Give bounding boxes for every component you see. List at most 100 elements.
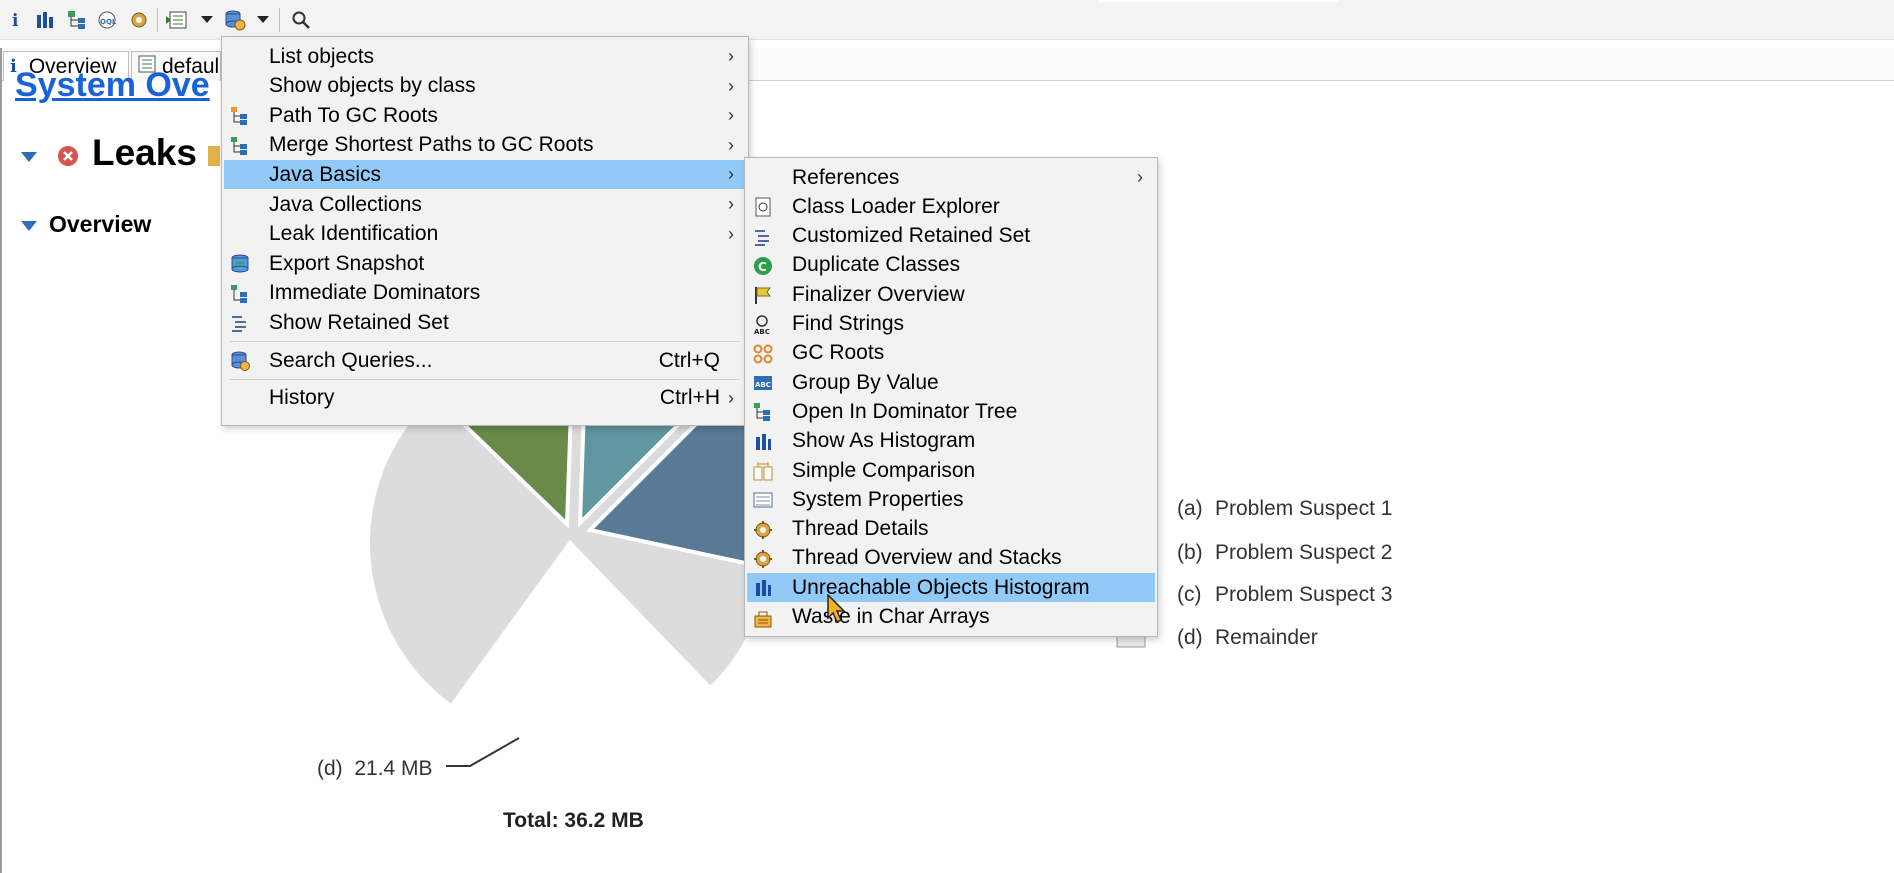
- menu-item-show-as-histogram[interactable]: Show As Histogram: [747, 427, 1155, 456]
- finalizer-icon: [753, 285, 773, 305]
- menu-separator: [230, 341, 740, 342]
- waste-icon: [753, 608, 773, 628]
- menu-item-references[interactable]: References ›: [747, 163, 1155, 192]
- merge-paths-icon: [230, 136, 250, 156]
- menu-separator: [230, 378, 740, 380]
- menu-item-label: Customized Retained Set: [792, 224, 1031, 248]
- menu-item-customized-retained-set[interactable]: Customized Retained Set: [747, 222, 1155, 251]
- export-snapshot-icon: [230, 254, 250, 274]
- menu-item-label: Merge Shortest Paths to GC Roots: [269, 133, 594, 157]
- menu-item-label: Thread Overview and Stacks: [792, 546, 1062, 570]
- menu-item-label: System Properties: [792, 487, 964, 511]
- menu-item-java-basics[interactable]: Java Basics ›: [224, 160, 746, 190]
- submenu-arrow-icon: ›: [728, 75, 734, 96]
- histogram-icon: [753, 432, 773, 452]
- menu-item-shortcut: Ctrl+Q: [658, 348, 720, 372]
- menu-item-open-in-dominator-tree[interactable]: Open In Dominator Tree: [747, 397, 1155, 426]
- retained-set-icon: [753, 227, 773, 247]
- immediate-dominators-icon: [230, 284, 250, 304]
- menu-item-merge-shortest-paths-to-gc-roots[interactable]: Merge Shortest Paths to GC Roots ›: [224, 131, 746, 160]
- pie-label-leader-line: [446, 737, 520, 767]
- path-to-gc-roots-icon: [230, 106, 250, 126]
- menu-item-label: Simple Comparison: [792, 458, 976, 482]
- menu-item-waste-in-char-arrays[interactable]: Waste in Char Arrays: [747, 603, 1155, 632]
- menu-item-label: List objects: [269, 44, 375, 68]
- submenu-arrow-icon: ›: [728, 164, 734, 185]
- submenu-arrow-icon: ›: [728, 134, 734, 155]
- submenu-arrow-icon: ›: [728, 387, 734, 408]
- submenu-arrow-icon: ›: [728, 194, 734, 214]
- svg-text:ABC: ABC: [754, 328, 770, 335]
- menu-item-label: Group By Value: [792, 370, 939, 394]
- menu-item-show-objects-by-class[interactable]: Show objects by class ›: [224, 72, 746, 101]
- menu-item-list-objects[interactable]: List objects ›: [224, 42, 746, 71]
- menu-item-java-collections[interactable]: Java Collections ›: [224, 190, 746, 219]
- menu-item-group-by-value[interactable]: ABC Group By Value: [747, 368, 1155, 397]
- menu-item-label: Show As Histogram: [792, 429, 976, 453]
- menu-item-label: Show objects by class: [269, 74, 476, 98]
- menu-item-label: Java Collections: [269, 192, 422, 216]
- menu-item-label: Search Queries...: [269, 348, 433, 372]
- menu-item-label: Path To GC Roots: [269, 103, 438, 127]
- menu-item-label: Thread Details: [792, 517, 929, 541]
- pie-total-label: Total: 36.2 MB: [503, 809, 644, 832]
- duplicate-classes-icon: C: [753, 256, 773, 276]
- menu-item-gc-roots[interactable]: GC Roots: [747, 339, 1155, 368]
- thread-icon: [753, 520, 773, 540]
- menu-item-unreachable-objects-histogram[interactable]: Unreachable Objects Histogram: [747, 573, 1155, 603]
- menu-item-path-to-gc-roots[interactable]: Path To GC Roots ›: [224, 101, 746, 130]
- histogram-icon: [753, 578, 773, 598]
- menu-item-label: Finalizer Overview: [792, 282, 965, 306]
- menu-item-label: Duplicate Classes: [792, 253, 961, 277]
- svg-text:ABC: ABC: [755, 381, 771, 389]
- submenu-arrow-icon: ›: [728, 46, 734, 66]
- menu-item-thread-details[interactable]: Thread Details: [747, 515, 1155, 544]
- menu-item-label: Class Loader Explorer: [792, 194, 1000, 218]
- legend-item-problem-suspect-3: (c) Problem Suspect 3: [1177, 583, 1393, 606]
- query-context-menu: List objects › Show objects by class › Path …: [221, 36, 749, 426]
- menu-item-label: GC Roots: [792, 341, 885, 365]
- comparison-icon: [753, 461, 773, 481]
- menu-item-find-strings[interactable]: ABC Find Strings: [747, 310, 1155, 339]
- menu-item-history[interactable]: History Ctrl+H ›: [224, 384, 746, 413]
- menu-item-label: References: [792, 165, 900, 189]
- find-strings-icon: ABC: [753, 314, 773, 335]
- menu-item-show-retained-set[interactable]: Show Retained Set: [224, 308, 746, 337]
- pie-label-remainder: (d) 21.4 MB: [317, 757, 433, 780]
- menu-item-class-loader-explorer[interactable]: Class Loader Explorer: [747, 192, 1155, 221]
- menu-item-label: Find Strings: [792, 312, 905, 335]
- submenu-arrow-icon: ›: [728, 223, 734, 244]
- dominator-tree-icon: [753, 402, 773, 422]
- legend-item-problem-suspect-2: (b) Problem Suspect 2: [1177, 541, 1393, 564]
- legend-item-problem-suspect-1: (a) Problem Suspect 1: [1177, 497, 1393, 520]
- menu-item-shortcut: Ctrl+H: [659, 386, 720, 410]
- menu-item-label: Export Snapshot: [269, 251, 425, 275]
- menu-item-finalizer-overview[interactable]: Finalizer Overview: [747, 280, 1155, 309]
- submenu-arrow-icon: ›: [728, 105, 734, 126]
- legend-item-remainder: (d) Remainder: [1177, 626, 1318, 649]
- svg-text:C: C: [758, 260, 767, 274]
- gc-roots-icon: [753, 344, 773, 364]
- menu-item-label: Leak Identification: [269, 222, 439, 246]
- menu-item-label: Immediate Dominators: [269, 281, 481, 305]
- search-queries-icon: [230, 351, 250, 371]
- menu-item-immediate-dominators[interactable]: Immediate Dominators: [224, 279, 746, 308]
- mouse-cursor: [826, 593, 848, 629]
- menu-item-simple-comparison[interactable]: Simple Comparison: [747, 456, 1155, 485]
- menu-item-leak-identification[interactable]: Leak Identification ›: [224, 220, 746, 249]
- submenu-arrow-icon: ›: [1137, 167, 1143, 187]
- menu-item-thread-overview-and-stacks[interactable]: Thread Overview and Stacks: [747, 544, 1155, 573]
- menu-item-label: Show Retained Set: [269, 310, 449, 334]
- menu-item-label: History: [269, 386, 335, 410]
- menu-item-search-queries[interactable]: Search Queries... Ctrl+Q: [224, 346, 746, 375]
- system-properties-icon: [753, 490, 773, 510]
- thread-icon: [753, 549, 773, 569]
- menu-item-label: Open In Dominator Tree: [792, 399, 1018, 423]
- menu-item-system-properties[interactable]: System Properties: [747, 485, 1155, 514]
- retained-set-icon: [230, 313, 250, 333]
- menu-item-duplicate-classes[interactable]: C Duplicate Classes: [747, 251, 1155, 280]
- class-loader-icon: [753, 197, 773, 217]
- menu-item-export-snapshot[interactable]: Export Snapshot: [224, 249, 746, 278]
- menu-item-label: Java Basics: [269, 162, 382, 186]
- menu-item-label: Waste in Char Arrays: [792, 605, 990, 628]
